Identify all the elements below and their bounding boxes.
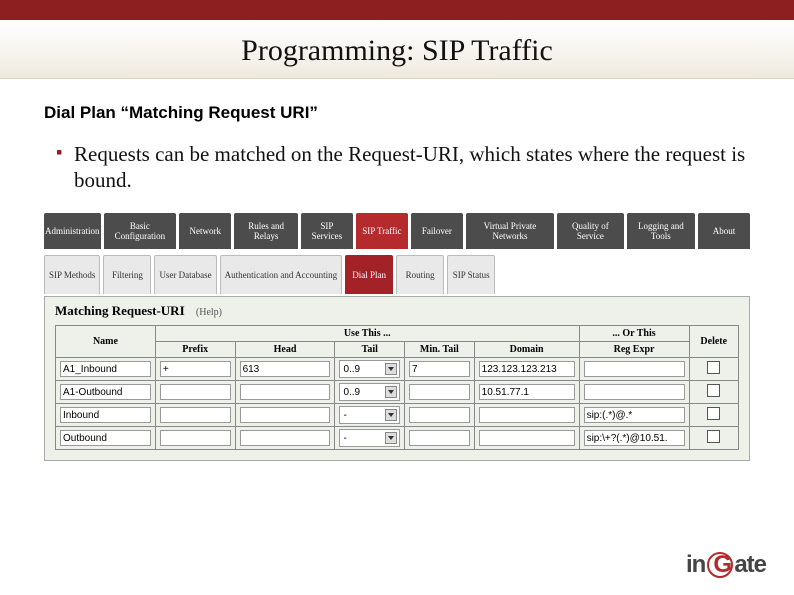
tab-auth-accounting[interactable]: Authentication and Accounting <box>220 255 342 294</box>
head-input[interactable] <box>240 361 331 377</box>
logo-g-icon: G <box>707 552 733 578</box>
nav-qos[interactable]: Quality of Service <box>557 213 624 249</box>
slide-subtitle: Dial Plan “Matching Request URI” <box>44 103 750 123</box>
name-input[interactable] <box>60 430 151 446</box>
tab-routing[interactable]: Routing <box>396 255 444 294</box>
col-reg-expr: Reg Expr <box>579 342 689 358</box>
delete-checkbox[interactable] <box>707 384 720 397</box>
nav-basic-configuration[interactable]: Basic Configuration <box>104 213 177 249</box>
min-tail-input[interactable] <box>409 430 470 446</box>
regexpr-input[interactable] <box>584 430 685 446</box>
tail-select[interactable]: 0..9 <box>339 383 400 401</box>
regexpr-input[interactable] <box>584 384 685 400</box>
col-delete: Delete <box>689 326 738 358</box>
tab-sip-methods[interactable]: SIP Methods <box>44 255 100 294</box>
request-uri-table: Name Use This ... ... Or This Delete Pre… <box>55 325 739 450</box>
nav-logging-tools[interactable]: Logging and Tools <box>627 213 695 249</box>
nav-sip-traffic[interactable]: SIP Traffic <box>356 213 408 249</box>
table-row: - <box>56 404 739 427</box>
col-name: Name <box>56 326 156 358</box>
col-prefix: Prefix <box>155 342 235 358</box>
tab-user-database[interactable]: User Database <box>154 255 216 294</box>
slide-top-bar <box>0 0 794 20</box>
logo-prefix: in <box>686 551 705 578</box>
nav-network[interactable]: Network <box>179 213 231 249</box>
nav-vpn[interactable]: Virtual Private Networks <box>466 213 554 249</box>
tail-select[interactable]: - <box>339 406 400 424</box>
name-input[interactable] <box>60 361 151 377</box>
head-input[interactable] <box>240 407 331 423</box>
prefix-input[interactable] <box>160 384 231 400</box>
secondary-nav: SIP Methods Filtering User Database Auth… <box>44 255 750 294</box>
col-head: Head <box>235 342 335 358</box>
tab-sip-status[interactable]: SIP Status <box>447 255 495 294</box>
panel-title: Matching Request-URI (Help) <box>55 303 739 319</box>
nav-failover[interactable]: Failover <box>411 213 463 249</box>
col-tail: Tail <box>335 342 405 358</box>
bullet-marker-icon: ▪ <box>56 141 74 193</box>
prefix-input[interactable] <box>160 407 231 423</box>
logo-suffix: ate <box>734 551 766 578</box>
regexpr-input[interactable] <box>584 361 685 377</box>
prefix-input[interactable] <box>160 430 231 446</box>
nav-about[interactable]: About <box>698 213 750 249</box>
name-input[interactable] <box>60 407 151 423</box>
col-domain: Domain <box>474 342 579 358</box>
matching-request-uri-panel: Matching Request-URI (Help) Name Use Thi… <box>44 296 750 461</box>
domain-input[interactable] <box>479 361 575 377</box>
table-row: 0..9 <box>56 381 739 404</box>
nav-administration[interactable]: Administration <box>44 213 101 249</box>
head-input[interactable] <box>240 384 331 400</box>
delete-checkbox[interactable] <box>707 430 720 443</box>
primary-nav: Administration Basic Configuration Netwo… <box>44 213 750 249</box>
panel-title-text: Matching Request-URI <box>55 303 185 318</box>
min-tail-input[interactable] <box>409 361 470 377</box>
regexpr-input[interactable] <box>584 407 685 423</box>
tab-dial-plan[interactable]: Dial Plan <box>345 255 393 294</box>
slide-title: Programming: SIP Traffic <box>0 34 794 68</box>
table-row: 0..9 <box>56 358 739 381</box>
domain-input[interactable] <box>479 407 575 423</box>
ingate-logo: inGate <box>686 551 766 579</box>
delete-checkbox[interactable] <box>707 361 720 374</box>
embedded-admin-ui: Administration Basic Configuration Netwo… <box>44 213 750 461</box>
domain-input[interactable] <box>479 384 575 400</box>
min-tail-input[interactable] <box>409 384 470 400</box>
bullet-text: Requests can be matched on the Request-U… <box>74 141 750 193</box>
tail-select[interactable]: - <box>339 429 400 447</box>
bullet-item: ▪ Requests can be matched on the Request… <box>56 141 750 193</box>
prefix-input[interactable] <box>160 361 231 377</box>
domain-input[interactable] <box>479 430 575 446</box>
table-row: - <box>56 427 739 450</box>
tab-filtering[interactable]: Filtering <box>103 255 151 294</box>
col-group-or-this: ... Or This <box>579 326 689 342</box>
head-input[interactable] <box>240 430 331 446</box>
slide-title-band: Programming: SIP Traffic <box>0 20 794 79</box>
col-min-tail: Min. Tail <box>405 342 475 358</box>
name-input[interactable] <box>60 384 151 400</box>
delete-checkbox[interactable] <box>707 407 720 420</box>
min-tail-input[interactable] <box>409 407 470 423</box>
help-link[interactable]: (Help) <box>196 307 222 318</box>
col-group-use-this: Use This ... <box>155 326 579 342</box>
nav-sip-services[interactable]: SIP Services <box>301 213 353 249</box>
slide-content: Dial Plan “Matching Request URI” ▪ Reque… <box>0 79 794 461</box>
tail-select[interactable]: 0..9 <box>339 360 400 378</box>
nav-rules-relays[interactable]: Rules and Relays <box>234 213 298 249</box>
